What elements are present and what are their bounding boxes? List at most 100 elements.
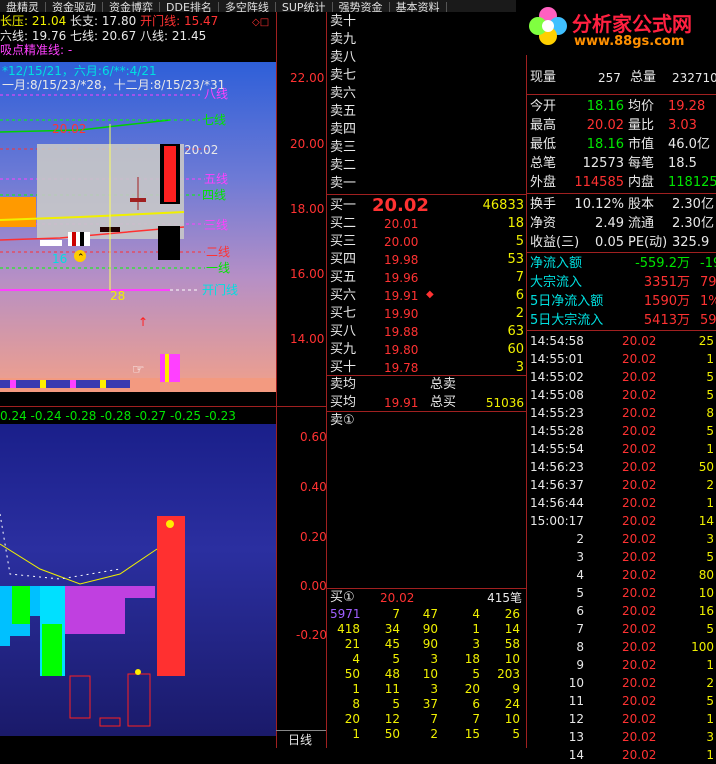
queue-cell: 12 <box>384 712 400 726</box>
menu-item-2[interactable]: 资金驱动 <box>46 2 103 12</box>
tick-row[interactable]: 2 20.02 3 <box>530 530 716 548</box>
queue-row: 418 34 90 1 14 <box>330 622 524 637</box>
flow-row: 大宗流入 3351万 79 <box>530 274 716 293</box>
tick-price: 20.02 <box>622 568 657 582</box>
buy-order-row[interactable]: 买七 19.90 2 <box>330 306 524 324</box>
logo-url: www.88gs.com <box>574 34 685 49</box>
tick-time: 14:55:28 <box>530 424 584 438</box>
tick-row[interactable]: 14:55:08 20.02 5 <box>530 386 716 404</box>
flow-row: 5日大宗流入 5413万 59 <box>530 312 716 331</box>
menu-item-3[interactable]: 资金博弈 <box>103 2 160 12</box>
tick-volume: 3 <box>706 532 714 546</box>
current-volume-row: 现量 257 总量 232710 <box>530 70 716 85</box>
tick-row[interactable]: 12 20.02 1 <box>530 710 716 728</box>
label-20-02-a: 20.02 <box>52 122 87 136</box>
oscillator-chart[interactable] <box>0 424 276 736</box>
tick-row[interactable]: 14:55:28 20.02 5 <box>530 422 716 440</box>
quote-cell: 净资 <box>530 216 557 231</box>
buy-order-row[interactable]: 买二 20.01 18 <box>330 216 524 234</box>
tick-volume: 2 <box>706 676 714 690</box>
axis-18: 18.00 <box>290 202 325 216</box>
tick-row[interactable]: 14:55:23 20.02 8 <box>530 404 716 422</box>
buy-order-row[interactable]: 买八 19.88 63 <box>330 324 524 342</box>
tick-volume: 5 <box>706 370 714 384</box>
tick-row[interactable]: 14 20.02 1 <box>530 746 716 764</box>
tick-row[interactable]: 6 20.02 16 <box>530 602 716 620</box>
tick-row[interactable]: 14:55:01 20.02 1 <box>530 350 716 368</box>
tick-row[interactable]: 13 20.02 3 <box>530 728 716 746</box>
quote-cell: 股本 <box>628 197 655 212</box>
tick-row[interactable]: 14:55:02 20.02 5 <box>530 368 716 386</box>
sell-3-label: 卖三 <box>330 140 357 155</box>
quote-cell: 18.5 <box>668 156 697 171</box>
sell-6-label: 卖六 <box>330 86 357 101</box>
queue-cell: 3 <box>430 682 438 696</box>
tick-volume: 1 <box>706 352 714 366</box>
menu-item-7[interactable]: 强势资金 <box>333 2 390 12</box>
tick-price: 20.02 <box>622 622 657 636</box>
tick-time: 14 <box>568 748 584 762</box>
timeframe-tab[interactable]: 日线 <box>288 733 312 747</box>
tick-row[interactable]: 15:00:17 20.02 14 <box>530 512 716 530</box>
timeframe-divider <box>276 730 326 731</box>
open-door-line: 开门线: 15.47 <box>140 14 219 28</box>
buy-order-row[interactable]: 买九 19.80 60 <box>330 342 524 360</box>
tick-row[interactable]: 3 20.02 5 <box>530 548 716 566</box>
tick-row[interactable]: 11 20.02 5 <box>530 692 716 710</box>
flower-logo-icon <box>529 7 567 45</box>
sell-2-label: 卖二 <box>330 158 357 173</box>
label-line-three: 三线 <box>204 218 229 232</box>
orange-block <box>0 197 36 227</box>
queue-cell: 48 <box>384 667 400 681</box>
quote-cell: 2.30亿 <box>672 216 714 231</box>
red-candle-top <box>164 146 176 202</box>
tick-row[interactable]: 7 20.02 5 <box>530 620 716 638</box>
buy-order-row[interactable]: 买六 19.91 ◆ 6 <box>330 288 524 306</box>
tick-list[interactable]: 14:54:58 20.02 25 14:55:01 20.02 1 14:55:02 20.… <box>530 332 716 764</box>
tick-volume: 1 <box>706 748 714 762</box>
queue-cell: 2 <box>430 727 438 741</box>
window-buttons[interactable]: ◇□ <box>252 14 274 28</box>
menu-item-5[interactable]: 多空阵线 <box>219 2 276 12</box>
menu-item-4[interactable]: DDE排名 <box>160 2 219 12</box>
info-line-1: 长压: 21.04 长支: 17.80 开门线: 15.47 <box>0 14 218 28</box>
sell-8-label: 卖八 <box>330 50 357 65</box>
buy-order-row[interactable]: 买一 20.02 46833 <box>330 196 524 216</box>
buy-order-row[interactable]: 买三 20.00 5 <box>330 234 524 252</box>
tick-row[interactable]: 4 20.02 80 <box>530 566 716 584</box>
tick-time: 14:56:23 <box>530 460 584 474</box>
menu-item-8[interactable]: 基本资料 <box>390 2 447 12</box>
tick-row[interactable]: 8 20.02 100 <box>530 638 716 656</box>
restore-icon[interactable]: ◇ <box>252 17 260 28</box>
tick-row[interactable]: 14:56:44 20.02 1 <box>530 494 716 512</box>
axis-14: 14.00 <box>290 332 325 346</box>
quote-row-2: 收益(三) 0.05 PE(动) 325.9 <box>530 234 716 253</box>
tick-row[interactable]: 14:56:23 20.02 50 <box>530 458 716 476</box>
quote-divider-4 <box>526 330 716 331</box>
diamond-marker-icon: ◆ <box>426 289 434 300</box>
price-chart[interactable]: *12/15/21，六月:6/**:4/21 一月:8/15/23/*28，十二… <box>0 62 276 392</box>
tick-row[interactable]: 10 20.02 2 <box>530 674 716 692</box>
tick-row[interactable]: 14:55:54 20.02 1 <box>530 440 716 458</box>
tick-price: 20.02 <box>622 676 657 690</box>
buy-order-row[interactable]: 买五 19.96 7 <box>330 270 524 288</box>
quote-divider-2 <box>526 193 716 194</box>
menu-item-6[interactable]: SUP统计 <box>276 2 333 12</box>
buy-order-row[interactable]: 买四 19.98 53 <box>330 252 524 270</box>
queue-row: 50 48 10 5 203 <box>330 667 524 682</box>
tick-row[interactable]: 14:54:58 20.02 25 <box>530 332 716 350</box>
candle-body <box>130 198 146 202</box>
queue-cell: 1 <box>352 682 360 696</box>
tick-row[interactable]: 9 20.02 1 <box>530 656 716 674</box>
hand-cursor-icon: ☞ <box>132 362 145 378</box>
tick-time: 14:56:37 <box>530 478 584 492</box>
buy-orders: 买一 20.02 46833 买二 20.01 18 买三 20.00 5 买四… <box>330 196 524 378</box>
tick-price: 20.02 <box>622 388 657 402</box>
quote-cell: 2.30亿 <box>672 197 714 212</box>
tick-row[interactable]: 5 20.02 10 <box>530 584 716 602</box>
queue-cell: 50 <box>384 727 400 741</box>
flow-value: 1590万 <box>643 294 690 309</box>
close-icon[interactable]: □ <box>260 17 269 28</box>
tick-row[interactable]: 14:56:37 20.02 2 <box>530 476 716 494</box>
menu-item-1[interactable]: 盘精灵 <box>0 2 46 12</box>
